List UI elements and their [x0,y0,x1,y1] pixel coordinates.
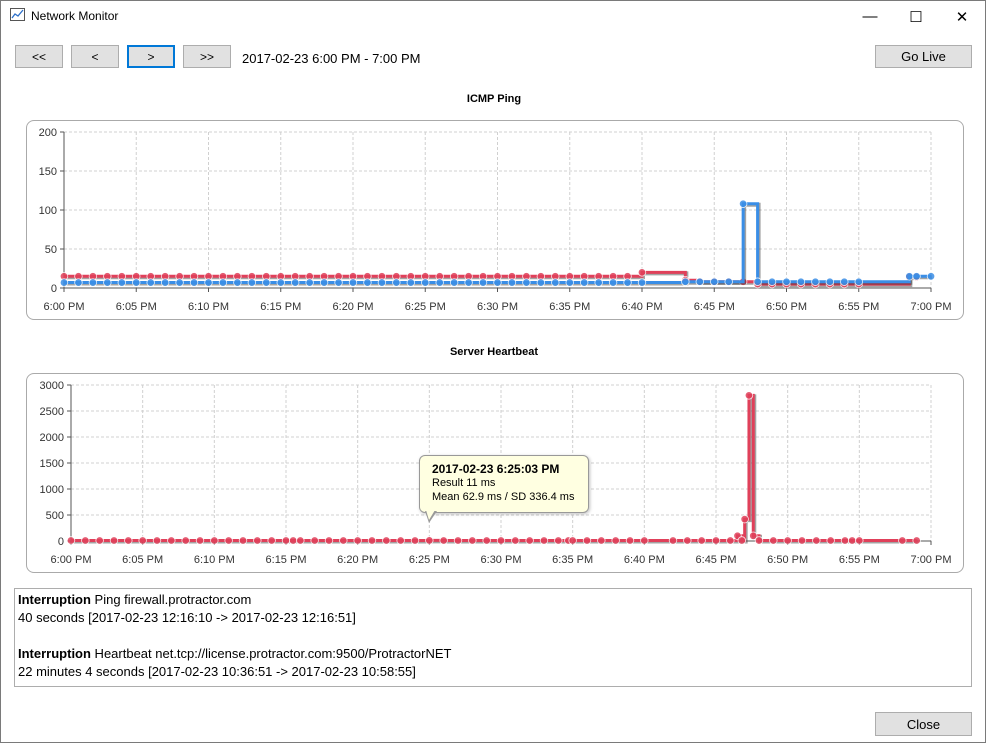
data-point [681,277,690,286]
close-button[interactable]: Close [875,712,972,736]
data-point [854,277,863,286]
interruption-log[interactable]: Interruption Ping firewall.protractor.co… [14,588,972,687]
data-point [218,278,228,287]
network-monitor-window: Network Monitor — ☐ ✕ << < > >> 2017-02-… [0,0,986,743]
series-shadow [65,202,932,286]
data-point [493,278,502,287]
data-point [464,278,473,287]
data-point [840,277,849,286]
data-point [348,278,358,287]
data-point [637,268,647,277]
data-point [233,278,242,287]
log-entry: Interruption Ping firewall.protractor.co… [18,591,968,627]
data-point [710,277,719,286]
data-point [796,277,806,286]
y-tick-label: 150 [39,166,57,178]
data-point [695,277,704,286]
data-point [507,278,517,287]
data-point [912,272,921,281]
log-entry-detail: 40 seconds [2017-02-23 12:16:10 -> 2017-… [18,610,356,625]
x-tick-label: 6:45 PM [694,301,735,313]
x-tick-label: 6:40 PM [622,301,663,313]
data-point [189,278,199,287]
data-point [377,278,387,287]
data-point [580,278,589,287]
tooltip-title: 2017-02-23 6:25:03 PM [432,462,560,476]
data-point [825,277,835,286]
data-point [276,278,285,287]
data-point [753,277,762,286]
data-point [392,278,401,287]
data-point [59,278,69,287]
data-point [478,278,488,287]
x-tick-label: 6:55 PM [838,301,879,313]
data-point [811,277,820,286]
data-point [363,278,372,287]
x-tick-label: 6:30 PM [477,301,518,313]
x-tick-label: 6:10 PM [188,301,229,313]
data-point [74,278,83,287]
x-tick-label: 6:25 PM [405,301,446,313]
data-point [262,278,271,287]
x-tick-label: 6:05 PM [116,301,157,313]
data-point [421,278,430,287]
server-heartbeat-chart-title: Server Heartbeat [449,346,539,358]
x-tick-label: 6:35 PM [549,301,590,313]
data-point [160,278,170,287]
log-entry-kind: Interruption [18,646,91,661]
data-point [406,278,415,287]
x-tick-label: 6:50 PM [766,301,807,313]
data-point [608,278,618,287]
data-point-tooltip: 2017-02-23 6:25:03 PM Result 11 ms Mean … [419,455,589,513]
x-tick-label: 6:15 PM [260,301,301,313]
x-tick-label: 6:20 PM [333,301,374,313]
data-point [132,278,141,287]
log-entry: Interruption Heartbeat net.tcp://license… [18,645,968,681]
tooltip-tail-fill [426,510,435,520]
data-point [334,278,343,287]
y-tick-label: 200 [39,127,57,139]
data-point [522,278,531,287]
data-point [565,278,574,287]
tooltip-stats: Mean 62.9 ms / SD 336.4 ms [432,491,575,503]
data-point [88,278,98,287]
y-tick-label: 50 [45,244,57,256]
data-point [905,272,914,281]
data-point [738,199,748,208]
data-point [449,278,459,287]
data-point [305,278,314,287]
data-point [536,278,546,287]
x-tick-label: 7:00 PM [911,301,952,313]
data-point [782,277,791,286]
data-point [175,278,184,287]
log-entry-detail: 22 minutes 4 seconds [2017-02-23 10:36:5… [18,664,416,679]
data-point [204,278,213,287]
data-point [146,278,155,287]
data-point [291,278,300,287]
data-point [319,278,329,287]
data-point [103,278,112,287]
data-point [724,277,733,286]
tooltip-result: Result 11 ms [432,477,496,489]
x-tick-label: 6:00 PM [44,301,85,313]
y-tick-label: 100 [39,205,57,217]
data-point [435,278,444,287]
y-tick-label: 0 [51,283,57,295]
log-entry-target: Ping firewall.protractor.com [90,592,252,607]
data-point [767,277,777,286]
log-entry-kind: Interruption [18,592,91,607]
data-point [551,278,560,287]
log-entry-target: Heartbeat net.tcp://license.protractor.c… [90,646,452,661]
data-point [623,278,632,287]
data-point [117,278,126,287]
data-point [247,278,257,287]
data-point [594,278,603,287]
data-point [926,272,936,281]
data-point [637,278,647,287]
